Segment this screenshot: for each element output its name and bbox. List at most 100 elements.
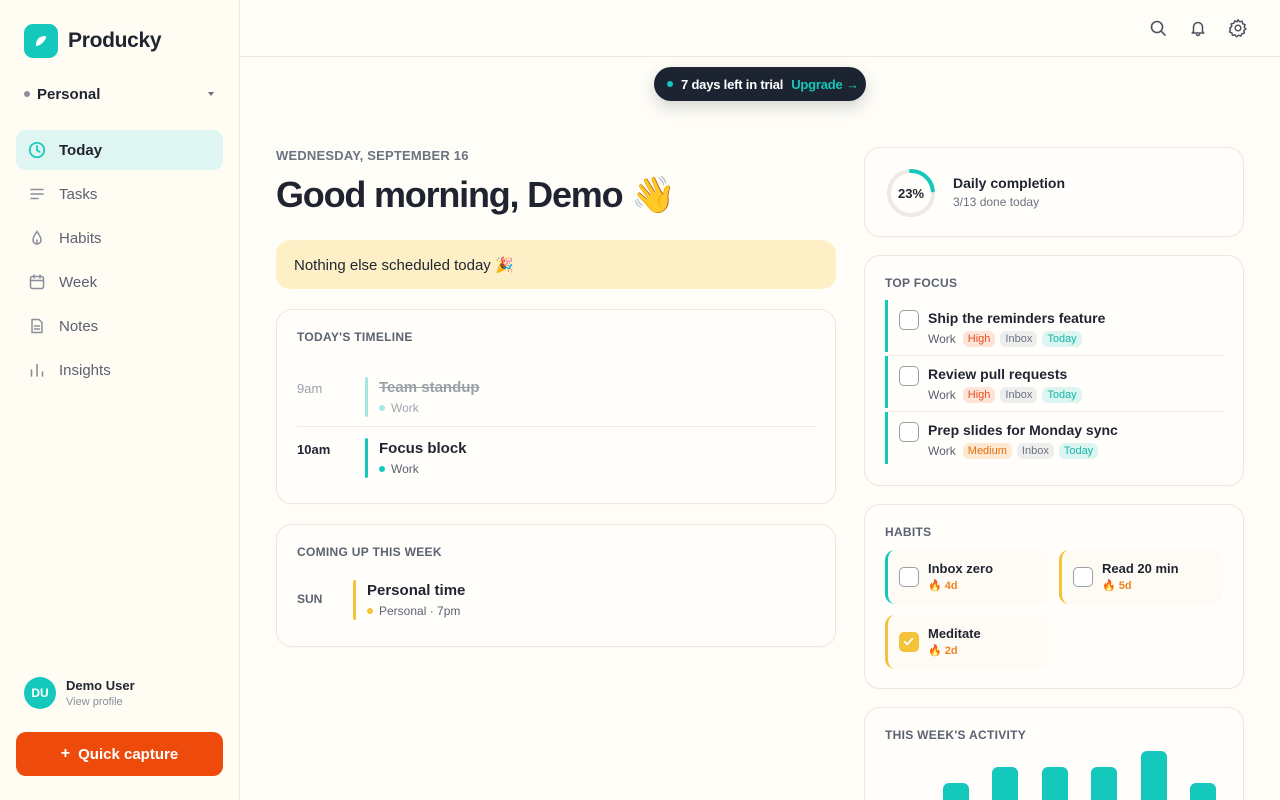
timeline-title: TODAY'S TIMELINE — [297, 330, 413, 344]
trial-text: 7 days left in trial — [681, 76, 784, 92]
task-checkbox[interactable] — [899, 422, 919, 442]
habit-checkbox[interactable] — [1073, 567, 1093, 587]
nav-label: Insights — [59, 361, 111, 379]
activity-bar — [1190, 783, 1216, 800]
habit-streak: 🔥 2d — [928, 644, 958, 658]
task-checkbox[interactable] — [899, 366, 919, 386]
current-date: WEDNESDAY, SEPTEMBER 16 — [276, 148, 469, 163]
nav-item-habits[interactable]: Habits — [16, 218, 223, 258]
upgrade-link[interactable]: Upgrade → — [791, 77, 859, 92]
calendar-icon — [28, 273, 46, 291]
habit-streak: 🔥 4d — [928, 579, 958, 593]
timeline-card: TODAY'S TIMELINE 9am Team standup Work 1… — [276, 309, 836, 504]
gear-icon[interactable] — [1228, 18, 1248, 38]
nav-label: Tasks — [59, 185, 98, 203]
habit-name: Inbox zero — [928, 561, 994, 576]
streak-value: 2d — [944, 644, 958, 657]
nav-label: Week — [59, 273, 98, 291]
trial-dot — [667, 81, 673, 87]
view-profile-link[interactable]: View profile — [66, 696, 135, 708]
flame-icon: 🔥 — [928, 645, 942, 657]
timeline-project: Work — [379, 462, 419, 476]
list-badge: Inbox — [1000, 331, 1038, 347]
timeline-item-title: Team standup — [379, 379, 480, 396]
quick-capture-button[interactable]: + Quick capture — [16, 732, 223, 776]
project-dot — [367, 608, 373, 614]
bar-chart-icon — [28, 361, 46, 379]
timeline-item[interactable]: 10am Focus block Work — [297, 438, 817, 480]
schedule-banner: Nothing else scheduled today 🎉 — [276, 240, 836, 289]
bell-icon[interactable] — [1188, 18, 1208, 38]
upcoming-item[interactable]: SUN Personal time Personal · 7pm — [297, 580, 817, 622]
upcoming-card: COMING UP THIS WEEK SUN Personal time Pe… — [276, 524, 836, 647]
search-icon[interactable] — [1148, 18, 1168, 38]
habit-checkbox[interactable] — [899, 632, 919, 652]
top-focus-card: TOP FOCUS Ship the reminders feature Wor… — [864, 255, 1244, 486]
timeline-project: Work — [379, 401, 419, 415]
nav-label: Notes — [59, 317, 99, 335]
workspace-dot — [24, 91, 30, 97]
focus-item[interactable]: Prep slides for Monday sync Work Medium … — [885, 412, 1223, 464]
brand[interactable]: Producky — [24, 24, 162, 58]
habit-item[interactable]: Meditate 🔥 2d — [885, 615, 1049, 669]
habit-checkbox[interactable] — [899, 567, 919, 587]
habits-card: HABITS Inbox zero 🔥 4d Read 20 min 🔥 5d … — [864, 504, 1244, 689]
upcoming-meta: Personal · 7pm — [367, 604, 460, 618]
when-badge: Today — [1058, 443, 1099, 459]
nav-item-insights[interactable]: Insights — [16, 350, 223, 390]
chevron-down-icon — [208, 92, 214, 96]
when-badge: Today — [1042, 331, 1082, 347]
project-dot — [379, 405, 385, 411]
project-label: Work — [391, 462, 419, 476]
streak-value: 5d — [1118, 579, 1132, 592]
task-tags: Work High Inbox Today — [928, 331, 1082, 347]
habit-item[interactable]: Read 20 min 🔥 5d — [1059, 550, 1223, 604]
activity-bar — [1091, 767, 1117, 800]
focus-item[interactable]: Review pull requests Work High Inbox Tod… — [885, 356, 1223, 408]
workspace-selector[interactable]: Personal — [24, 84, 216, 104]
flame-icon: 🔥 — [1102, 580, 1116, 592]
task-project: Work — [928, 332, 956, 346]
task-tags: Work High Inbox Today — [928, 387, 1082, 403]
nav-item-notes[interactable]: Notes — [16, 306, 223, 346]
priority-badge: High — [962, 387, 996, 403]
task-title: Ship the reminders feature — [928, 310, 1106, 326]
completion-sub: 3/13 done today — [953, 195, 1040, 209]
timeline-item[interactable]: 9am Team standup Work — [297, 377, 817, 419]
nav-item-today[interactable]: Today — [16, 130, 223, 170]
priority-badge: Medium — [962, 443, 1012, 459]
completion-ring: 23% — [885, 167, 937, 219]
activity-bar — [942, 783, 969, 800]
habits-title: HABITS — [885, 525, 932, 539]
user-profile[interactable]: DU Demo User View profile — [24, 677, 135, 709]
quick-capture-label: Quick capture — [78, 745, 179, 763]
timeline-bar — [365, 438, 368, 478]
task-project: Work — [928, 388, 956, 402]
nav-label: Habits — [59, 229, 102, 247]
nav-item-week[interactable]: Week — [16, 262, 223, 302]
check-icon — [903, 637, 914, 646]
task-tags: Work Medium Inbox Today — [928, 443, 1099, 459]
divider — [297, 426, 817, 427]
task-title: Review pull requests — [928, 366, 1068, 382]
list-icon — [28, 185, 46, 203]
focus-item[interactable]: Ship the reminders feature Work High Inb… — [885, 300, 1223, 352]
activity-card: THIS WEEK'S ACTIVITY — [864, 707, 1244, 800]
brand-name: Producky — [68, 29, 162, 52]
upcoming-meta-text: Personal · 7pm — [379, 604, 461, 618]
upcoming-bar — [353, 580, 356, 620]
priority-badge: High — [962, 331, 996, 347]
page-title: Good morning, Demo 👋 — [276, 174, 676, 215]
timeline-time: 10am — [297, 442, 331, 457]
activity-bar — [1140, 751, 1167, 800]
activity-title: THIS WEEK'S ACTIVITY — [885, 728, 1027, 742]
nav-item-tasks[interactable]: Tasks — [16, 174, 223, 214]
task-checkbox[interactable] — [899, 310, 919, 330]
habit-item[interactable]: Inbox zero 🔥 4d — [885, 550, 1049, 604]
trial-banner: 7 days left in trial Upgrade → — [654, 67, 866, 101]
sidebar: Producky Personal Today Tasks Habits Wee… — [0, 0, 240, 800]
workspace-name: Personal — [37, 85, 101, 103]
project-dot — [379, 466, 385, 472]
logo-icon — [24, 24, 58, 58]
activity-bar — [1041, 767, 1068, 800]
